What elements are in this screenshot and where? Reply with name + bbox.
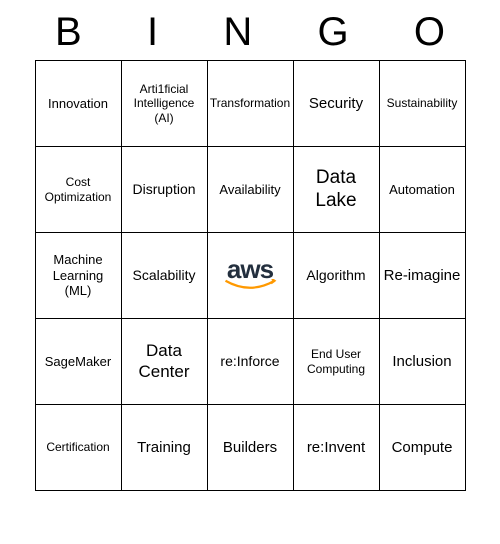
bingo-cell[interactable]: re:Inforce	[208, 319, 294, 405]
header-letter: O	[414, 10, 445, 55]
header-letter: N	[223, 10, 252, 55]
bingo-cell[interactable]: Transformation	[208, 61, 294, 147]
bingo-grid: InnovationArti1ficial Intelligence (AI)T…	[35, 60, 466, 491]
bingo-cell[interactable]: Sustainability	[380, 61, 466, 147]
bingo-cell[interactable]: Automation	[380, 147, 466, 233]
bingo-cell[interactable]: Disruption	[122, 147, 208, 233]
bingo-cell[interactable]: aws	[208, 233, 294, 319]
bingo-cell[interactable]: Data Center	[122, 319, 208, 405]
header-letter: G	[317, 10, 348, 55]
bingo-cell[interactable]: Cost Optimization	[36, 147, 122, 233]
bingo-cell[interactable]: SageMaker	[36, 319, 122, 405]
header-letter: I	[147, 10, 158, 55]
bingo-cell[interactable]: Scalability	[122, 233, 208, 319]
bingo-header: B I N G O	[35, 10, 465, 60]
bingo-cell[interactable]: Availability	[208, 147, 294, 233]
bingo-cell[interactable]: Inclusion	[380, 319, 466, 405]
bingo-cell[interactable]: re:Invent	[294, 405, 380, 491]
bingo-cell[interactable]: Compute	[380, 405, 466, 491]
bingo-cell[interactable]: End User Computing	[294, 319, 380, 405]
bingo-cell[interactable]: Data Lake	[294, 147, 380, 233]
bingo-cell[interactable]: Certification	[36, 405, 122, 491]
header-letter: B	[55, 10, 82, 55]
bingo-cell[interactable]: Security	[294, 61, 380, 147]
bingo-cell[interactable]: Builders	[208, 405, 294, 491]
bingo-cell[interactable]: Re-imagine	[380, 233, 466, 319]
aws-logo-icon: aws	[222, 258, 278, 293]
bingo-cell[interactable]: Innovation	[36, 61, 122, 147]
bingo-cell[interactable]: Algorithm	[294, 233, 380, 319]
bingo-cell[interactable]: Arti1ficial Intelligence (AI)	[122, 61, 208, 147]
bingo-cell[interactable]: Machine Learning (ML)	[36, 233, 122, 319]
bingo-cell[interactable]: Training	[122, 405, 208, 491]
